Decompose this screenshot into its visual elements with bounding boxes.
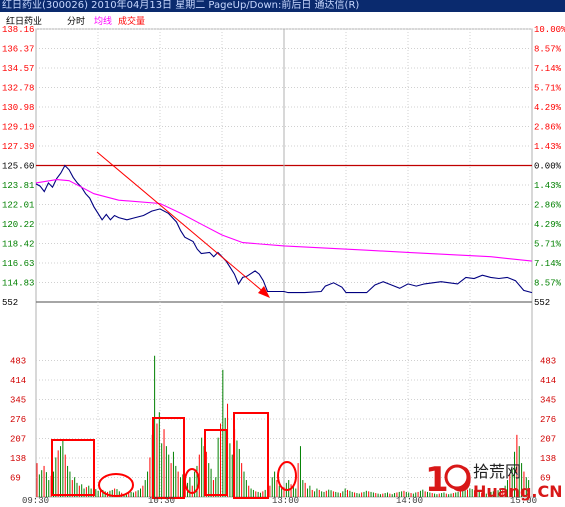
percent-tick-label: 10.00%	[534, 25, 565, 35]
percent-tick-label: 7.14%	[534, 259, 562, 269]
percent-tick-label: 5.71%	[534, 84, 562, 94]
percent-tick-label: 552	[534, 298, 550, 308]
percent-tick-label: 4.29%	[534, 220, 562, 230]
volume-tick-label-left: 483	[10, 357, 26, 367]
volume-tick-label-right: 414	[540, 376, 556, 386]
price-tick-label: 127.39	[2, 142, 34, 152]
legend-avg-line: 均线	[94, 15, 112, 27]
price-tick-label: 120.22	[2, 220, 34, 230]
intraday-chart-window: { "window": { "title": "红日药业(300026) 201…	[0, 0, 565, 507]
volume-tick-label-right: 483	[540, 357, 556, 367]
price-tick-label: 134.57	[2, 64, 34, 74]
time-tick-label: 13:00	[272, 496, 299, 506]
percent-axis: 10.00% 8.57% 7.14% 5.71% 4.29% 2.86% 1.43% 0.00…	[534, 25, 565, 308]
volume-tick-label-right: 207	[540, 435, 556, 445]
price-tick-label: 132.78	[2, 84, 34, 94]
volume-tick-label-left: 138	[10, 454, 26, 464]
percent-tick-label: 2.86%	[534, 201, 562, 211]
price-axis: 138.16136.37134.57132.78130.98129.19127.…	[2, 25, 34, 308]
volume-tick-label-left: 414	[10, 376, 26, 386]
legend-mode: 分时	[67, 15, 85, 27]
percent-tick-label: 2.86%	[534, 123, 562, 133]
volume-tick-label-right: 345	[540, 396, 556, 406]
site-watermark-logo: 10 拾荒网 Huang.CN	[425, 460, 561, 501]
price-tick-label: 552	[2, 298, 18, 308]
time-tick-label: 09:30	[22, 496, 49, 506]
percent-tick-label: 4.29%	[534, 103, 562, 113]
price-tick-label: 123.81	[2, 181, 34, 191]
trend-arrow	[96, 151, 270, 298]
price-tick-label: 125.60	[2, 162, 34, 172]
arrow-shaft	[96, 151, 267, 295]
percent-tick-label: 5.71%	[534, 240, 562, 250]
highlight-ellipse	[277, 461, 297, 491]
watermark-ring-icon	[444, 464, 470, 490]
price-tick-label: 118.42	[2, 240, 34, 250]
volume-tick-label-left: 345	[10, 396, 26, 406]
time-tick-label: 14:00	[396, 496, 423, 506]
window-title-bar: 红日药业(300026) 2010年04月13日 星期二 PageUp/Down…	[0, 0, 565, 12]
percent-tick-label: 8.57%	[534, 279, 562, 289]
legend-volume: 成交量	[118, 15, 145, 27]
percent-tick-label: 8.57%	[534, 45, 562, 55]
watermark-url: Huang.CN	[473, 482, 561, 501]
price-tick-label: 130.98	[2, 103, 34, 113]
volume-tick-label-left: 69	[10, 474, 21, 484]
price-tick-label: 129.19	[2, 123, 34, 133]
price-tick-label: 136.37	[2, 45, 34, 55]
volume-tick-label-left: 207	[10, 435, 26, 445]
chart-canvas: 138.16136.37134.57132.78130.98129.19127.…	[2, 15, 565, 506]
chart-grid	[35, 28, 533, 498]
percent-tick-label: 0.00%	[534, 162, 562, 172]
price-tick-label: 122.01	[2, 201, 34, 211]
percent-tick-label: 1.43%	[534, 181, 562, 191]
legend-stock-name: 红日药业	[6, 15, 42, 27]
percent-tick-label: 7.14%	[534, 64, 562, 74]
highlight-boxes	[51, 412, 297, 499]
time-tick-label: 10:30	[148, 496, 175, 506]
percent-tick-label: 1.43%	[534, 142, 562, 152]
volume-tick-label-left: 276	[10, 415, 26, 425]
watermark-cn-text: 拾荒网	[473, 462, 521, 481]
volume-tick-label-right: 276	[540, 415, 556, 425]
highlight-ellipse	[98, 473, 134, 497]
price-tick-label: 116.63	[2, 259, 34, 269]
price-tick-label: 114.83	[2, 279, 34, 289]
